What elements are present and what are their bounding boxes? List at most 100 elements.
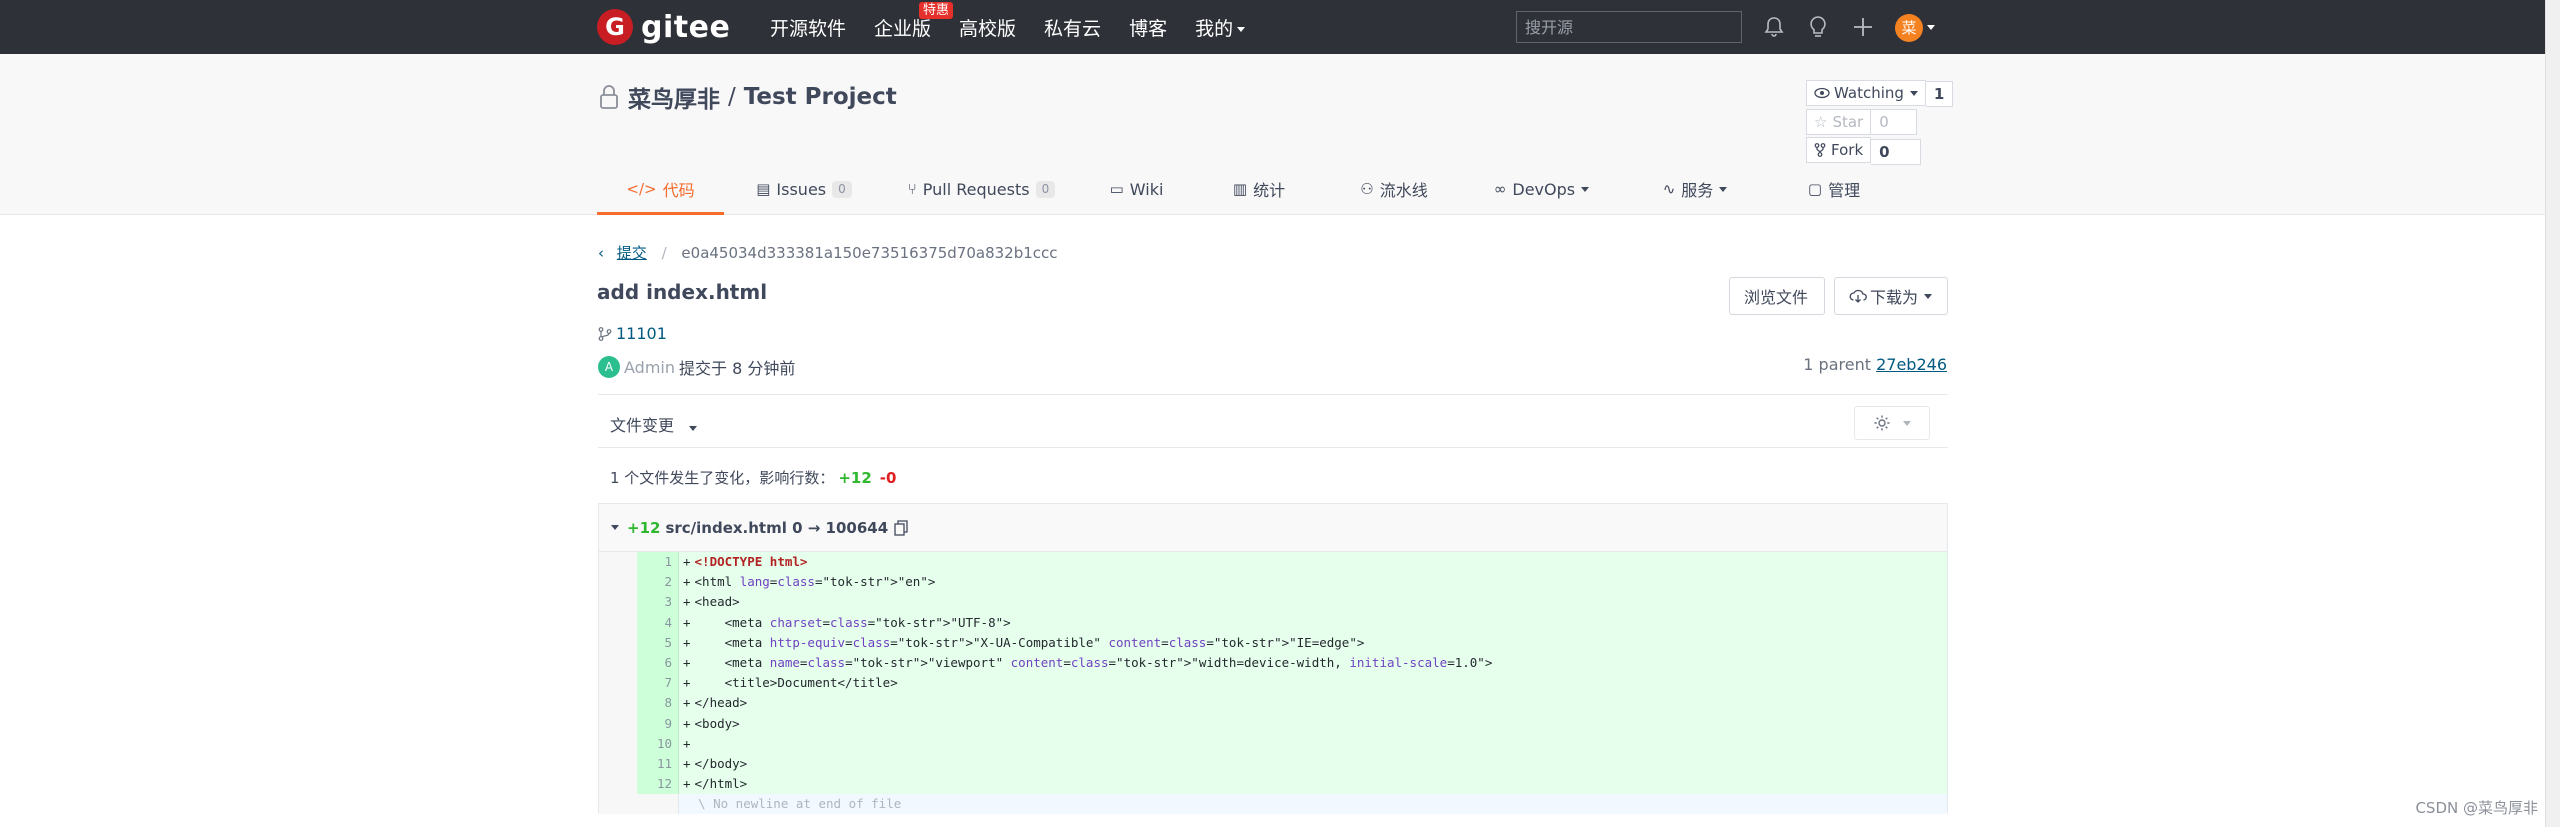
commit-time: 提交于 8 分钟前 (679, 359, 796, 378)
tab-pull-requests[interactable]: ⑂ Pull Requests 0 (884, 164, 1079, 214)
file-path[interactable]: src/index.html 0 → 100644 (665, 519, 888, 537)
watch-count[interactable]: 1 (1925, 81, 1954, 107)
nav-item-open-source[interactable]: 开源软件 (770, 14, 846, 41)
line-code: + <meta http-equiv=class="tok-str">"X-UA… (679, 632, 1947, 653)
new-line-number[interactable]: 4 (637, 612, 679, 633)
branch-link[interactable]: 11101 (598, 324, 667, 343)
new-line-number[interactable]: 10 (637, 733, 679, 754)
new-line-number[interactable]: 6 (637, 652, 679, 674)
diff-line: 9 + <body> (599, 713, 1947, 734)
project-header: 菜鸟厚非 / Test Project Watching 1 ☆ Star 0 … (0, 54, 2545, 215)
nav-item-education[interactable]: 高校版 (959, 14, 1016, 41)
new-line-number[interactable]: 2 (637, 572, 679, 593)
file-changes-label: 文件变更 (610, 416, 675, 435)
pull-request-icon: ⑂ (907, 180, 917, 198)
diff-line: 1 + <!DOCTYPE html> (599, 552, 1947, 573)
collapse-chevron-icon[interactable] (611, 525, 619, 530)
new-line-number[interactable]: 11 (637, 753, 679, 775)
chevron-down-icon (1719, 186, 1728, 192)
tab-label: 流水线 (1379, 181, 1428, 200)
no-newline-notice: \ No newline at end of file (599, 794, 1947, 815)
chevron-down-icon (1909, 90, 1918, 96)
project-owner-link[interactable]: 菜鸟厚非 (628, 80, 720, 114)
file-changes-toggle[interactable]: 文件变更 (610, 412, 698, 436)
download-as-button[interactable]: 下载为 (1834, 277, 1948, 315)
new-line-number[interactable]: 9 (637, 713, 679, 734)
copy-icon[interactable] (894, 519, 908, 536)
file-changes-bar: 文件变更 (598, 394, 1948, 448)
bell-icon[interactable] (1761, 14, 1787, 40)
author-avatar[interactable]: A (598, 356, 620, 378)
new-line-number[interactable]: 12 (637, 774, 679, 795)
star-button[interactable]: ☆ Star (1806, 109, 1872, 135)
tab-label: 服务 (1681, 181, 1714, 200)
pipeline-icon: ⚇ (1360, 180, 1374, 198)
tab-issues[interactable]: ▤ Issues 0 (724, 164, 884, 214)
breadcrumb: ‹ 提交 / e0a45034d333381a150e73516375d70a8… (598, 242, 1058, 263)
watch-label: Watching (1834, 84, 1904, 102)
tab-wiki[interactable]: ▭ Wiki (1079, 164, 1194, 214)
watch-button[interactable]: Watching (1806, 80, 1926, 106)
chevron-down-icon[interactable] (1927, 25, 1935, 30)
new-line-number[interactable]: 7 (637, 673, 679, 694)
tab-label: 统计 (1253, 181, 1286, 200)
new-line-number[interactable]: 1 (637, 552, 679, 573)
diff-settings-button[interactable] (1854, 406, 1930, 440)
chevron-down-icon (689, 426, 698, 431)
line-code: + <!DOCTYPE html> (679, 552, 1947, 573)
project-name-link[interactable]: Test Project (744, 84, 897, 110)
plus-icon[interactable] (1850, 14, 1876, 40)
line-code: + </head> (679, 693, 1947, 714)
new-line-number[interactable]: 8 (637, 693, 679, 714)
diff-line: 6 + <meta name=class="tok-str">"viewport"… (599, 652, 1947, 674)
nav-item-blog[interactable]: 博客 (1129, 14, 1167, 41)
old-line-number (599, 552, 637, 573)
fork-count[interactable]: 0 (1871, 139, 1922, 165)
old-line-number (599, 774, 637, 795)
nav-item-private-cloud[interactable]: 私有云 (1044, 14, 1101, 41)
nav-item-mine[interactable]: 我的 (1195, 14, 1246, 41)
old-line-number (599, 693, 637, 714)
browse-files-button[interactable]: 浏览文件 (1729, 277, 1825, 315)
new-line-number[interactable]: 5 (637, 632, 679, 653)
tab-devops[interactable]: ∞ DevOps (1464, 164, 1619, 214)
parent-info: 1 parent 27eb246 (1803, 355, 1947, 374)
breadcrumb-divider: / (661, 244, 667, 262)
parent-sha-link[interactable]: 27eb246 (1876, 355, 1947, 374)
tab-label: 管理 (1828, 181, 1861, 200)
star-label: Star (1832, 113, 1864, 131)
file-additions: +12 (627, 518, 661, 537)
star-count[interactable]: 0 (1871, 109, 1918, 135)
tab-code[interactable]: </> 代码 (597, 164, 724, 215)
fork-label: Fork (1831, 141, 1864, 159)
commit-sha: e0a45034d333381a150e73516375d70a832b1ccc (681, 244, 1058, 262)
user-avatar[interactable]: 菜 (1895, 14, 1923, 42)
chevron-left-icon[interactable]: ‹ (598, 244, 604, 262)
diff-line: 8 + </head> (599, 693, 1947, 714)
nav-item-enterprise[interactable]: 企业版 特惠 (874, 1, 954, 41)
line-code: + </html> (679, 774, 1947, 795)
line-code: + <html lang=class="tok-str">"en"> (679, 572, 1947, 593)
chevron-down-icon (1581, 186, 1590, 192)
page-scrollbar[interactable] (2545, 0, 2560, 827)
tab-services[interactable]: ∿ 服务 (1619, 164, 1771, 214)
old-line-number (599, 733, 637, 754)
old-line-number (599, 592, 637, 613)
fork-button[interactable]: Fork (1806, 137, 1872, 163)
gitee-logo[interactable]: G gitee (597, 9, 730, 45)
path-separator: / (728, 84, 736, 110)
tab-label: 代码 (662, 181, 695, 200)
old-line-number (599, 572, 637, 593)
commits-link[interactable]: 提交 (617, 244, 647, 262)
tab-manage[interactable]: ▢ 管理 (1771, 164, 1897, 214)
tab-stats[interactable]: ▥ 统计 (1194, 164, 1324, 214)
lightbulb-icon[interactable] (1805, 14, 1831, 40)
new-line-number[interactable]: 3 (637, 592, 679, 613)
author-name[interactable]: Admin (624, 358, 675, 377)
fork-icon (1814, 143, 1826, 157)
branch-icon (598, 326, 612, 341)
tab-pipeline[interactable]: ⚇ 流水线 (1324, 164, 1464, 214)
search-input[interactable] (1516, 11, 1742, 43)
file-diff: +12 src/index.html 0 → 100644 1 + <!DOCTYP… (598, 503, 1948, 815)
diff-line: 11 + </body> (599, 753, 1947, 775)
